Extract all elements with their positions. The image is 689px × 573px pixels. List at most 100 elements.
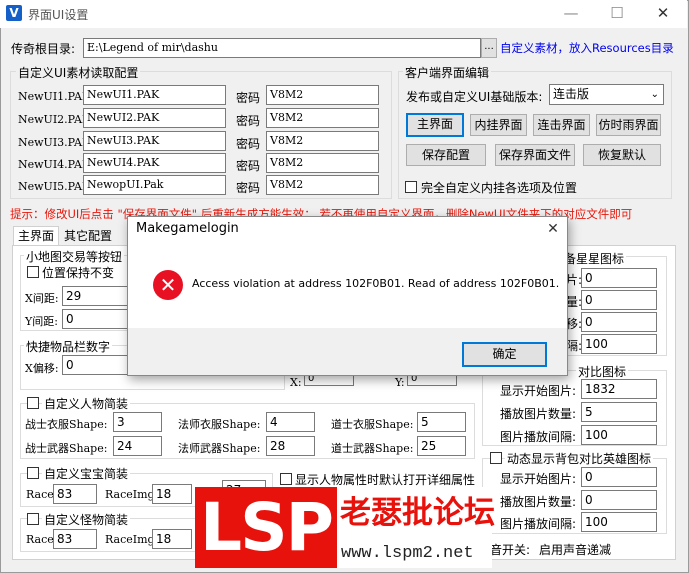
star-input[interactable]: 0 xyxy=(581,312,657,332)
shape-input[interactable]: 4 xyxy=(266,412,315,432)
full-custom-checkbox[interactable] xyxy=(405,181,417,193)
shape-value: 25 xyxy=(421,439,437,453)
dialog-close-button[interactable]: ✕ xyxy=(540,218,566,240)
pak-row-label: NewUI3.PAK xyxy=(18,136,91,149)
compare-row-label: 图片播放间隔: xyxy=(500,430,577,444)
x-offset-value: 0 xyxy=(66,358,74,372)
password-label: 密码 xyxy=(236,114,261,128)
shape-label: 道士武器Shape: xyxy=(331,442,414,455)
star-value: 0 xyxy=(585,315,593,329)
hero-compare-checkbox[interactable] xyxy=(490,452,502,464)
password-input[interactable]: V8M2 xyxy=(266,153,379,173)
star-row-label: 隔: xyxy=(566,339,583,353)
minimize-button[interactable]: — xyxy=(548,2,594,26)
monster-race-value: 83 xyxy=(57,532,73,546)
watermark-url: www.lspm2.net xyxy=(341,544,474,563)
restore-default-button[interactable]: 恢复默认 xyxy=(583,144,661,166)
tab-other-config[interactable]: 其它配置 xyxy=(60,228,116,246)
hero-input[interactable]: 100 xyxy=(581,512,657,532)
show-detail-checkbox[interactable] xyxy=(280,473,292,485)
pak-file-input[interactable]: NewopUI.Pak xyxy=(83,175,226,195)
compare-value: 1832 xyxy=(585,382,616,396)
star-input[interactable]: 0 xyxy=(581,268,657,288)
hero-value: 0 xyxy=(585,493,593,507)
password-input[interactable]: V8M2 xyxy=(266,175,379,195)
close-button[interactable]: ✕ xyxy=(640,2,686,26)
star-row-label: 量: xyxy=(566,295,583,309)
root-dir-input[interactable]: E:\Legend of mir\dashu xyxy=(83,38,481,58)
star-input[interactable]: 0 xyxy=(581,290,657,310)
shiyu-ui-button[interactable]: 仿时雨界面 xyxy=(596,114,661,136)
shape-label: 战士武器Shape: xyxy=(25,442,108,455)
star-row-label: 移: xyxy=(566,317,583,331)
pak-file-input[interactable]: NewUI1.PAK xyxy=(83,85,226,105)
pet-race-input[interactable]: 83 xyxy=(53,484,97,504)
shape-input[interactable]: 25 xyxy=(417,436,466,456)
shape-input[interactable]: 3 xyxy=(113,412,162,432)
monster-raceimg-value: 18 xyxy=(156,532,172,546)
save-ui-file-button[interactable]: 保存界面文件 xyxy=(495,144,575,166)
quick-y-label: Y: xyxy=(395,376,405,389)
hero-value: 0 xyxy=(585,470,593,484)
hero-compare-title: 动态显示背包对比英雄图标 xyxy=(505,450,654,467)
y-gap-input[interactable]: 0 xyxy=(62,309,128,329)
compare-input[interactable]: 5 xyxy=(581,402,657,422)
monster-raceimg-label: RaceImg xyxy=(105,533,155,546)
full-custom-label: 完全自定义内挂各选项及位置 xyxy=(421,181,578,195)
pak-row-label: NewUI5.PAK xyxy=(18,180,91,193)
password-input[interactable]: V8M2 xyxy=(266,131,379,151)
maximize-button[interactable]: ☐ xyxy=(594,2,640,26)
shape-input[interactable]: 24 xyxy=(113,436,162,456)
pak-file-input[interactable]: NewUI2.PAK xyxy=(83,108,226,128)
plugin-ui-button[interactable]: 内挂界面 xyxy=(470,114,527,136)
ok-button[interactable]: 确定 xyxy=(462,342,547,367)
pet-raceimg-input[interactable]: 18 xyxy=(152,484,192,504)
minimap-title: 小地图交易等按钮 xyxy=(24,248,125,265)
shape-value: 4 xyxy=(270,415,278,429)
compare-row-label: 播放图片数量: xyxy=(500,407,577,421)
keep-pos-checkbox[interactable] xyxy=(27,266,39,278)
password-input[interactable]: V8M2 xyxy=(266,85,379,105)
dialog-message: Access violation at address 102F0B01. Re… xyxy=(192,277,560,290)
password-input[interactable]: V8M2 xyxy=(266,108,379,128)
monster-race-label: Race xyxy=(26,533,54,546)
hero-input[interactable]: 0 xyxy=(581,467,657,487)
x-gap-input[interactable]: 29 xyxy=(62,286,128,306)
shape-input[interactable]: 5 xyxy=(417,412,466,432)
monster-checkbox[interactable] xyxy=(27,513,39,525)
save-config-button[interactable]: 保存配置 xyxy=(406,144,486,166)
password-label: 密码 xyxy=(236,137,261,151)
dialog-title: Makegamelogin xyxy=(136,221,239,236)
monster-raceimg-input[interactable]: 18 xyxy=(152,529,192,549)
pet-raceimg-value: 18 xyxy=(156,487,172,501)
compare-row-label: 显示开始图片: xyxy=(500,384,577,398)
quick-x-label: X: xyxy=(290,376,302,389)
watermark-cn-title: 老瑟批论坛 xyxy=(340,495,495,531)
star-input[interactable]: 100 xyxy=(581,334,657,354)
version-select[interactable]: 连击版 ⌄ xyxy=(549,84,664,105)
x-offset-input[interactable]: 0 xyxy=(62,355,128,375)
hero-input[interactable]: 0 xyxy=(581,490,657,510)
version-label: 发布或自定义UI基础版本: xyxy=(406,90,543,104)
shape-input[interactable]: 28 xyxy=(266,436,315,456)
client-ui-title: 客户端界面编辑 xyxy=(403,64,492,81)
pak-file-input[interactable]: NewUI4.PAK xyxy=(83,153,226,173)
pet-checkbox[interactable] xyxy=(27,467,39,479)
browse-button[interactable]: ... xyxy=(481,38,497,58)
char-appearance-checkbox[interactable] xyxy=(27,397,39,409)
chevron-down-icon: ⌄ xyxy=(650,89,659,100)
compare-input[interactable]: 100 xyxy=(581,425,657,445)
resources-link[interactable]: 自定义素材，放入Resources目录 xyxy=(500,40,674,56)
sound-value[interactable]: 启用声音递减 xyxy=(539,541,611,558)
pak-row-label: NewUI1.PAK xyxy=(18,90,91,103)
main-ui-button[interactable]: 主界面 xyxy=(406,113,464,137)
y-gap-value: 0 xyxy=(66,312,74,326)
monster-race-input[interactable]: 83 xyxy=(53,529,97,549)
tab-main-ui[interactable]: 主界面 xyxy=(13,226,59,246)
compare-input[interactable]: 1832 xyxy=(581,379,657,399)
pak-file-input[interactable]: NewUI3.PAK xyxy=(83,131,226,151)
shape-value: 28 xyxy=(270,439,286,453)
combo-ui-button[interactable]: 连击界面 xyxy=(533,114,590,136)
shape-value: 24 xyxy=(117,439,133,453)
lsp-logo: LSP xyxy=(195,487,337,568)
